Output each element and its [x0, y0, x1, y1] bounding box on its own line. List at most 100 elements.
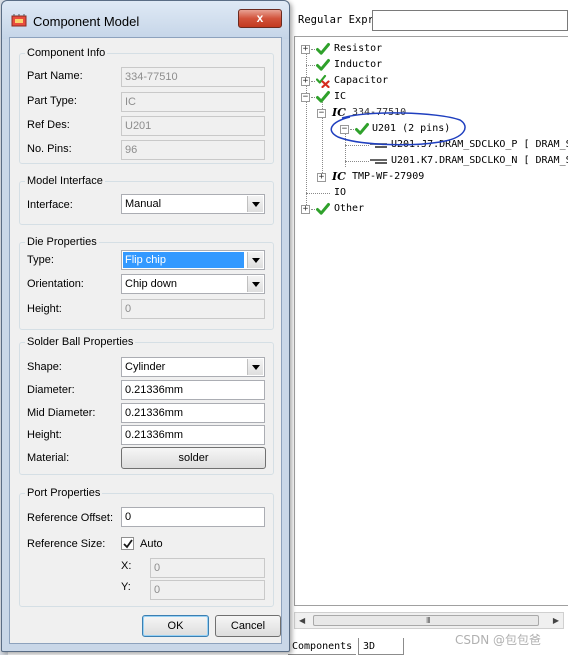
- orientation-label: Orientation:: [27, 278, 84, 290]
- shape-label: Shape:: [27, 361, 62, 373]
- die-height-field: 0: [121, 299, 265, 319]
- scroll-right-icon[interactable]: ▶: [553, 616, 559, 625]
- type-label: Type:: [27, 254, 54, 266]
- dialog-body: Component Info Part Name: 334-77510 Part…: [9, 37, 282, 644]
- tree-item-pin[interactable]: U201.K7.DRAM_SDCLKO_N [ DRAM_S: [295, 153, 568, 169]
- part-name-field: 334-77510: [121, 67, 265, 87]
- group-title: Die Properties: [25, 236, 99, 249]
- watermark: CSDN @包包爸: [455, 633, 542, 647]
- tree-connector: [311, 49, 315, 50]
- die-type-select[interactable]: Flip chip: [121, 250, 265, 270]
- chevron-down-icon[interactable]: [247, 276, 263, 292]
- group-title: Solder Ball Properties: [25, 336, 136, 349]
- tab-3d[interactable]: 3D: [358, 638, 404, 655]
- green-check-icon: [316, 43, 330, 55]
- dialog-title: Component Model: [33, 14, 140, 29]
- regular-expr-label: Regular Expr: [298, 14, 374, 26]
- ref-des-field: U201: [121, 116, 265, 136]
- die-type-value: Flip chip: [123, 252, 244, 268]
- tree-item-resistor[interactable]: + Resistor: [295, 41, 565, 57]
- reference-size-label: Reference Size:: [27, 538, 106, 550]
- x-field: 0: [150, 558, 265, 578]
- tree-connector: [306, 65, 315, 66]
- component-info-group: Component Info Part Name: 334-77510 Part…: [19, 47, 274, 164]
- x-label: X:: [121, 560, 132, 572]
- chevron-down-icon[interactable]: [247, 252, 263, 268]
- shape-select[interactable]: Cylinder: [121, 357, 265, 377]
- interface-value: Manual: [125, 198, 162, 210]
- pin-trace-icon: [370, 159, 387, 164]
- die-properties-group: Die Properties Type: Flip chip Orientati…: [19, 236, 274, 330]
- auto-checkbox[interactable]: [121, 537, 134, 550]
- tree-connector: [306, 193, 330, 194]
- group-title: Port Properties: [25, 487, 103, 500]
- tree-item-ic[interactable]: − IC: [295, 89, 565, 105]
- expand-icon[interactable]: +: [317, 173, 326, 182]
- part-type-label: Part Type:: [27, 95, 77, 107]
- scroll-left-icon[interactable]: ◀: [299, 616, 305, 625]
- diameter-label: Diameter:: [27, 384, 75, 396]
- cancel-button[interactable]: Cancel: [215, 615, 281, 637]
- tree-connector: [345, 161, 369, 162]
- ic-chip-icon: IC: [332, 170, 346, 183]
- dialog-titlebar[interactable]: Component Model x: [2, 1, 289, 39]
- expand-icon[interactable]: +: [301, 45, 310, 54]
- close-button[interactable]: x: [238, 9, 282, 28]
- y-label: Y:: [121, 581, 131, 593]
- horizontal-scrollbar[interactable]: ◀ III ▶: [294, 612, 564, 629]
- material-label: Material:: [27, 452, 70, 464]
- ref-des-label: Ref Des:: [27, 119, 70, 131]
- tree-label: TMP-WF-27909: [352, 171, 425, 182]
- tree-label: Resistor: [334, 43, 383, 54]
- annotation-ellipse: [330, 112, 466, 146]
- diameter-field[interactable]: 0.21336mm: [121, 380, 265, 400]
- orientation-select[interactable]: Chip down: [121, 274, 265, 294]
- collapse-icon[interactable]: −: [301, 93, 310, 102]
- chevron-down-icon[interactable]: [247, 196, 263, 212]
- reference-offset-label: Reference Offset:: [27, 512, 114, 524]
- tree-connector: [311, 97, 315, 98]
- green-check-icon: [316, 59, 330, 71]
- check-with-red-x-icon: [316, 74, 330, 88]
- material-button[interactable]: solder: [121, 447, 266, 469]
- part-type-field: IC: [121, 92, 265, 112]
- collapse-icon[interactable]: −: [317, 109, 326, 118]
- chevron-down-icon[interactable]: [247, 359, 263, 375]
- shape-value: Cylinder: [125, 361, 166, 373]
- tree-label: U201.K7.DRAM_SDCLKO_N [ DRAM_S: [391, 155, 568, 166]
- tree-item-other[interactable]: + Other: [295, 201, 565, 217]
- expand-icon[interactable]: +: [301, 77, 310, 86]
- reference-offset-field[interactable]: 0: [121, 507, 265, 527]
- group-title: Component Info: [25, 47, 108, 60]
- tree-label: Inductor: [334, 59, 383, 70]
- tree-label: Capacitor: [334, 75, 389, 86]
- tree-item-io[interactable]: IO: [295, 185, 565, 201]
- filter-bar: Regular Expr: [288, 6, 568, 32]
- model-interface-group: Model Interface Interface: Manual: [19, 175, 274, 225]
- port-properties-group: Port Properties Reference Offset: 0 Refe…: [19, 487, 274, 607]
- tree-connector: [311, 81, 315, 82]
- mid-diameter-label: Mid Diameter:: [27, 407, 96, 419]
- tree-label: IC: [334, 91, 347, 102]
- interface-label: Interface:: [27, 199, 73, 211]
- tree-label: Other: [334, 203, 365, 214]
- solder-ball-group: Solder Ball Properties Shape: Cylinder D…: [19, 336, 274, 475]
- tree-item-capacitor[interactable]: + Capacitor: [295, 73, 565, 89]
- tab-components[interactable]: Components: [288, 638, 357, 655]
- close-icon: x: [256, 11, 264, 25]
- ball-height-field[interactable]: 0.21336mm: [121, 425, 265, 445]
- no-pins-label: No. Pins:: [27, 143, 72, 155]
- component-model-dialog: Component Model x Component Info Part Na…: [1, 0, 290, 652]
- component-tree-panel: Regular Expr + Resistor Inductor + Capac…: [288, 0, 568, 655]
- mid-diameter-field[interactable]: 0.21336mm: [121, 403, 265, 423]
- expand-icon[interactable]: +: [301, 205, 310, 214]
- y-field: 0: [150, 580, 265, 600]
- regular-expr-input[interactable]: [372, 10, 568, 31]
- interface-select[interactable]: Manual: [121, 194, 265, 214]
- green-check-icon: [316, 203, 330, 215]
- tree-label: IO: [334, 187, 347, 198]
- ok-button[interactable]: OK: [142, 615, 209, 637]
- tree-item-inductor[interactable]: Inductor: [295, 57, 565, 73]
- tree-item-ic-part2[interactable]: + IC TMP-WF-27909: [295, 169, 565, 185]
- group-title: Model Interface: [25, 175, 105, 188]
